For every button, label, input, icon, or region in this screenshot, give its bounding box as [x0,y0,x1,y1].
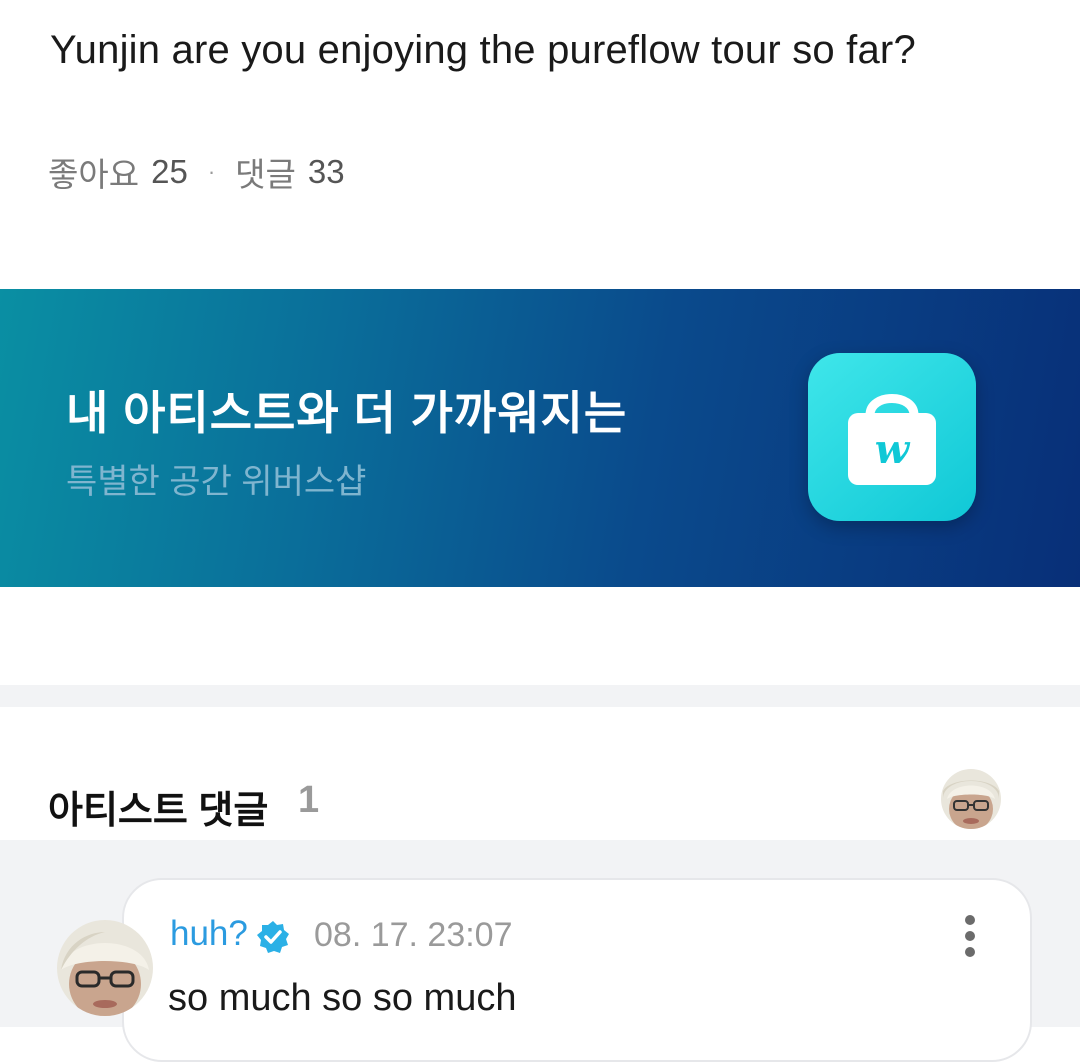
comment-bubble [122,878,1032,1062]
comment-text: so much so so much [168,977,517,1019]
verified-badge-icon [256,920,290,954]
artist-avatar[interactable] [941,769,1001,829]
post-stats: 좋아요 25 · 댓글 33 [48,148,345,196]
section-divider [0,685,1080,707]
banner-title: 내 아티스트와 더 가까워지는 [66,387,628,439]
weverse-shop-banner[interactable]: 내 아티스트와 더 가까워지는 특별한 공간 위버스샵 w [0,289,1080,587]
comment-avatar[interactable] [57,920,153,1016]
likes-label[interactable]: 좋아요 [48,148,139,196]
comment-timestamp: 08. 17. 23:07 [314,916,513,954]
post-text: Yunjin are you enjoying the pureflow tou… [50,28,916,72]
comment-author[interactable]: huh? [170,914,248,954]
post-body: Yunjin are you enjoying the pureflow tou… [0,0,1080,260]
shop-icon-letter: w [875,426,911,473]
more-options-icon[interactable] [954,912,986,960]
stats-separator: · [207,159,216,184]
comments-count: 33 [307,153,345,190]
banner-subtitle: 특별한 공간 위버스샵 [66,463,367,501]
artist-comments-title: 아티스트 댓글 [48,790,269,832]
weverse-shop-bag-icon: w [808,353,976,521]
artist-comments-count: 1 [298,779,320,821]
likes-count: 25 [151,153,188,190]
artist-comments-header: 아티스트 댓글 1 [0,707,1080,840]
comments-label[interactable]: 댓글 [235,148,296,196]
